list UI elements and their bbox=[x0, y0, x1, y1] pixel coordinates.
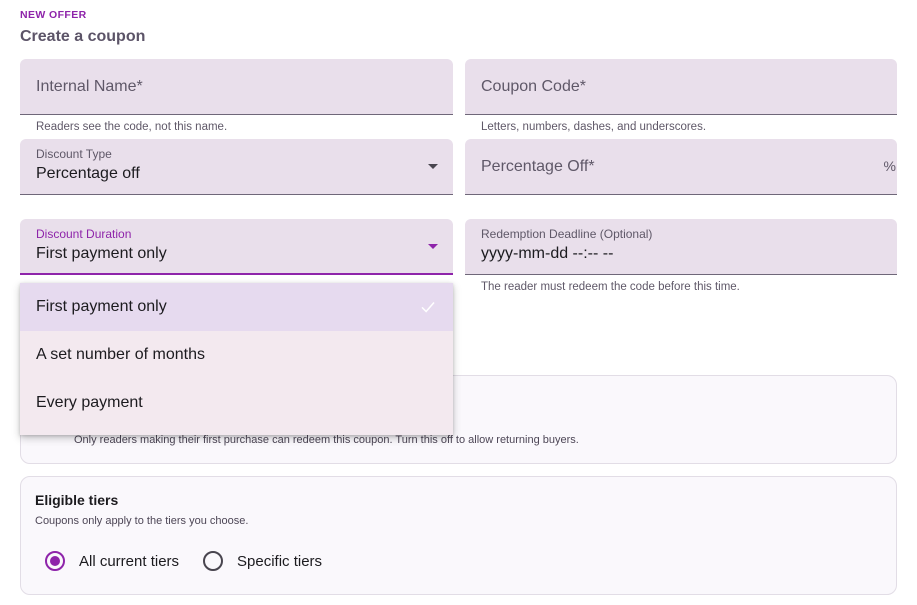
radio-all-current-tiers[interactable]: All current tiers bbox=[45, 551, 179, 571]
menu-item-label: Every payment bbox=[36, 394, 143, 411]
percent-suffix: % bbox=[883, 158, 896, 174]
coupon-code-helper: Letters, numbers, dashes, and underscore… bbox=[481, 121, 707, 133]
redemption-deadline-helper: The reader must redeem the code before t… bbox=[481, 281, 740, 293]
percentage-off-label: Percentage Off* bbox=[481, 158, 595, 175]
eligible-tiers-description: Coupons only apply to the tiers you choo… bbox=[35, 515, 249, 527]
eligible-tiers-card: Eligible tiers Coupons only apply to the… bbox=[20, 476, 897, 595]
eyebrow: NEW OFFER bbox=[20, 9, 87, 21]
radio-unchecked-icon bbox=[203, 551, 223, 571]
discount-duration-label: Discount Duration bbox=[36, 227, 132, 241]
redemption-deadline-label: Redemption Deadline (Optional) bbox=[481, 227, 653, 241]
discount-type-select[interactable]: Discount Type Percentage off bbox=[20, 139, 453, 195]
redemption-deadline-field[interactable]: Redemption Deadline (Optional) yyyy-mm-d… bbox=[465, 219, 897, 275]
coupon-code-field[interactable]: Coupon Code* bbox=[465, 59, 897, 115]
discount-duration-select[interactable]: Discount Duration First payment only bbox=[20, 219, 453, 275]
radio-specific-tiers[interactable]: Specific tiers bbox=[203, 551, 322, 571]
menu-item-every-payment[interactable]: Every payment bbox=[20, 379, 453, 427]
internal-name-field[interactable]: Internal Name* bbox=[20, 59, 453, 115]
menu-item-label: First payment only bbox=[36, 298, 167, 315]
redemption-deadline-value: yyyy-mm-dd --:-- -- bbox=[481, 245, 614, 262]
internal-name-helper: Readers see the code, not this name. bbox=[36, 121, 228, 133]
discount-type-label: Discount Type bbox=[36, 147, 112, 161]
menu-item-label: A set number of months bbox=[36, 346, 205, 363]
radio-label: Specific tiers bbox=[237, 552, 323, 570]
coupon-code-label: Coupon Code* bbox=[481, 78, 586, 95]
page-title: Create a coupon bbox=[20, 28, 146, 45]
internal-name-label: Internal Name* bbox=[36, 78, 143, 95]
check-icon bbox=[421, 302, 435, 313]
discount-type-value: Percentage off bbox=[36, 165, 140, 182]
duration-dropdown-menu: First payment only A set number of month… bbox=[20, 283, 453, 435]
eligible-tiers-title: Eligible tiers bbox=[35, 492, 119, 508]
dropdown-caret-icon bbox=[428, 244, 438, 249]
radio-label: All current tiers bbox=[79, 552, 180, 570]
discount-duration-value: First payment only bbox=[36, 245, 167, 262]
first-purchase-description: Only readers making their first purchase… bbox=[74, 434, 579, 446]
menu-item-set-months[interactable]: A set number of months bbox=[20, 331, 453, 379]
radio-checked-icon bbox=[45, 551, 65, 571]
percentage-off-field[interactable]: Percentage Off* % bbox=[465, 139, 897, 195]
dropdown-caret-icon bbox=[428, 164, 438, 169]
menu-item-first-payment[interactable]: First payment only bbox=[20, 283, 453, 331]
